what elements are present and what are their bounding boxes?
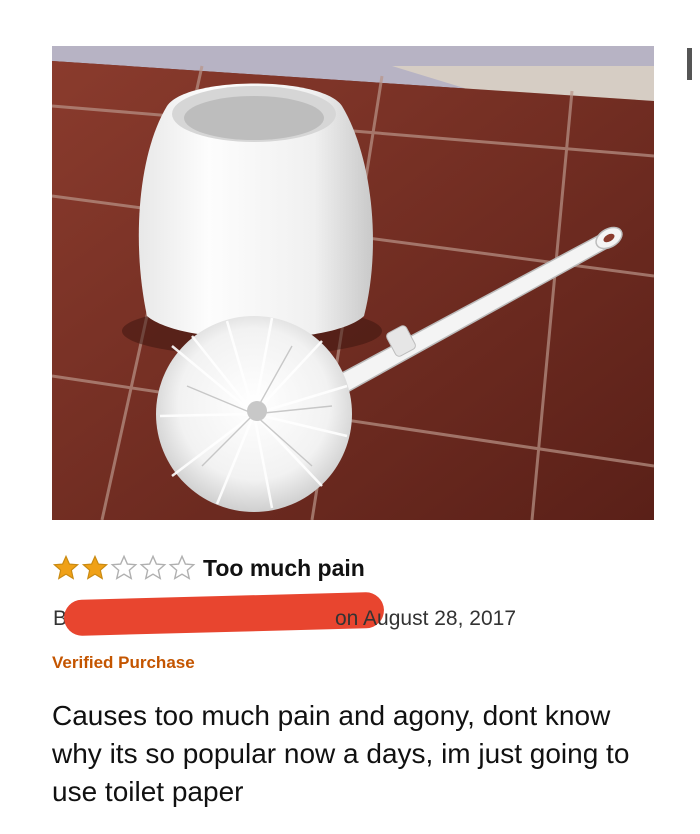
star-rating	[52, 554, 196, 582]
product-photo	[52, 46, 654, 520]
rating-row: Too much pain	[52, 552, 365, 584]
star-empty-icon	[139, 554, 167, 580]
cropped-edge-mark	[687, 48, 692, 80]
toilet-brush-illustration	[52, 46, 654, 520]
star-empty-icon	[110, 554, 138, 580]
star-filled-icon	[52, 554, 80, 580]
star-filled-icon	[81, 554, 109, 580]
verified-purchase-badge: Verified Purchase	[52, 653, 195, 672]
review-date: on August 28, 2017	[335, 607, 516, 630]
star-empty-icon	[168, 554, 196, 580]
review-title[interactable]: Too much pain	[203, 555, 365, 582]
author-row: B on August 28, 2017	[52, 591, 612, 637]
review-body: Causes too much pain and agony, dont kno…	[52, 700, 630, 807]
